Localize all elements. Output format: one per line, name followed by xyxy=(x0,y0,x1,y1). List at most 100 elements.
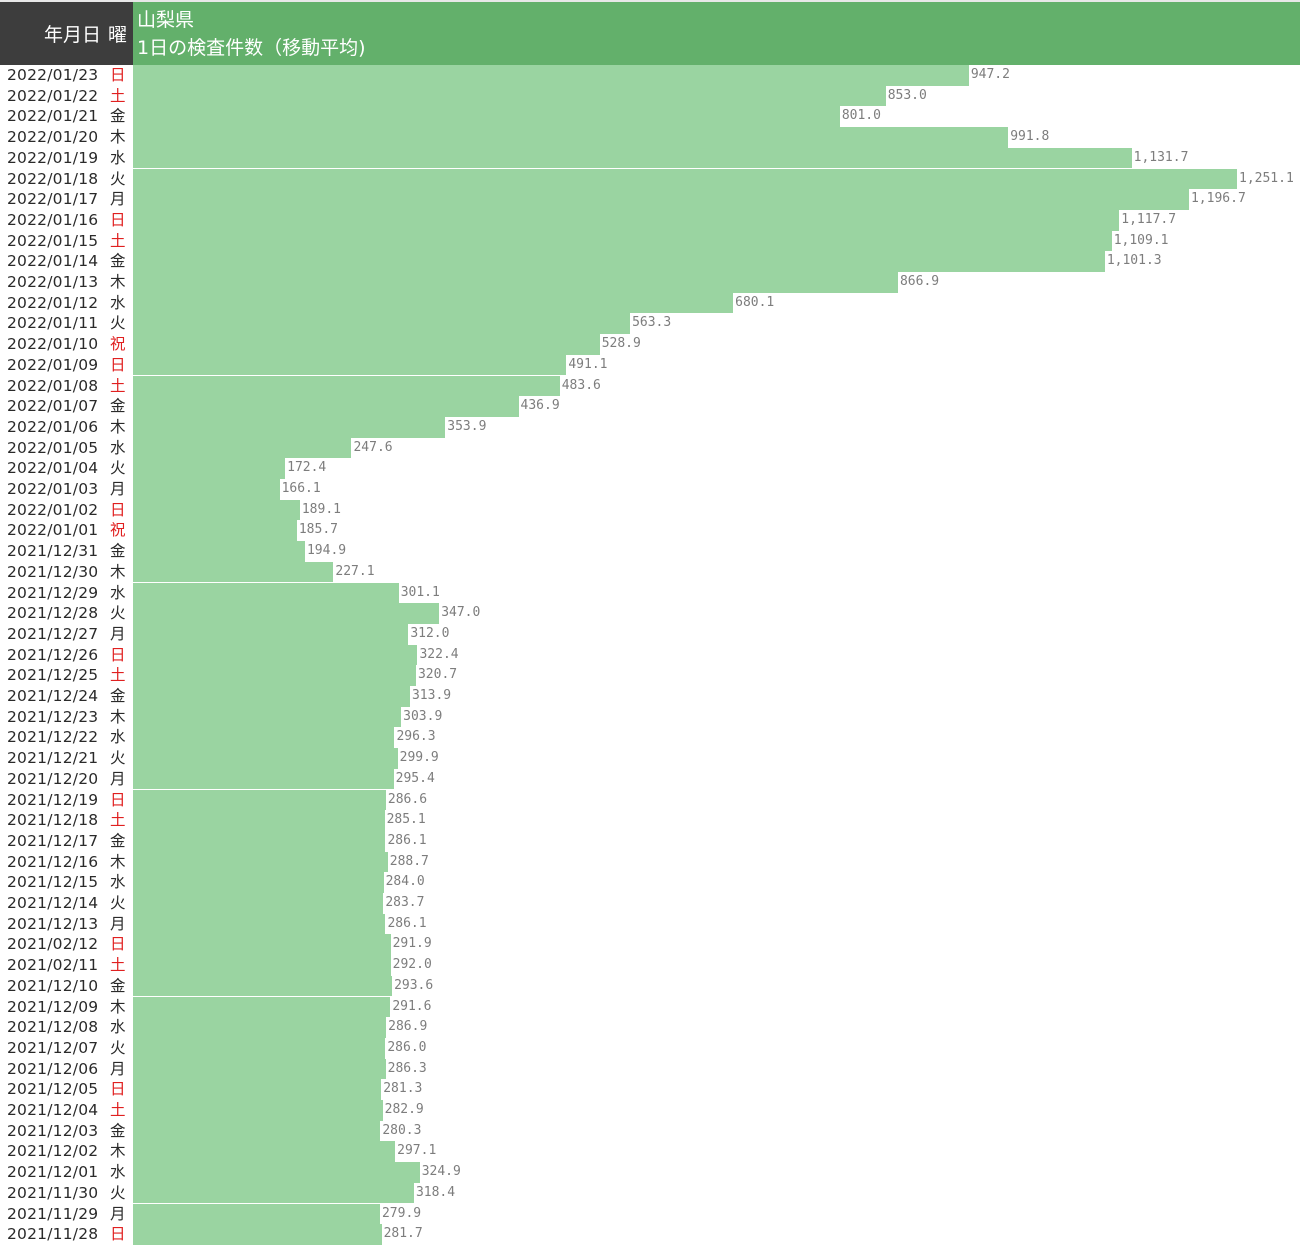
table-row: 2022/01/08 土 483.6 xyxy=(0,375,1300,397)
bar-value-label: 247.6 xyxy=(353,439,393,455)
table-row: 2022/01/05 水 247.6 xyxy=(0,437,1300,459)
table-row: 2021/12/20 月 295.4 xyxy=(0,768,1300,790)
bar xyxy=(133,520,297,542)
row-date: 2021/12/22 xyxy=(7,728,99,747)
row-weekday: 土 xyxy=(110,666,126,685)
table-row: 2022/01/01 祝 185.7 xyxy=(0,520,1300,542)
bar-value-label: 1,251.1 xyxy=(1239,170,1294,186)
table-row: 2022/01/18 火 1,251.1 xyxy=(0,168,1300,190)
table-row: 2021/12/02 木 297.1 xyxy=(0,1141,1300,1163)
bar-value-label: 288.7 xyxy=(389,853,429,869)
row-weekday: 土 xyxy=(110,376,126,395)
table-row: 2022/01/03 月 166.1 xyxy=(0,479,1300,500)
bar xyxy=(133,416,446,438)
row-date: 2021/12/21 xyxy=(7,749,99,768)
table-row: 2021/12/01 水 324.9 xyxy=(0,1162,1300,1183)
row-date: 2022/01/17 xyxy=(7,190,99,209)
row-date: 2022/01/13 xyxy=(7,273,99,291)
bar-value-label: 295.4 xyxy=(395,770,435,786)
row-weekday: 木 xyxy=(110,707,126,726)
bar xyxy=(133,1058,386,1080)
bar-value-label: 680.1 xyxy=(735,294,775,310)
bar-value-label: 1,131.7 xyxy=(1133,149,1189,165)
bar-value-label: 283.7 xyxy=(385,895,425,910)
bar-value-label: 291.6 xyxy=(392,998,432,1014)
row-date: 2021/12/26 xyxy=(7,645,99,664)
bar xyxy=(133,582,399,604)
bar-value-label: 296.3 xyxy=(396,729,436,745)
row-weekday: 土 xyxy=(110,956,126,975)
bar-value-label: 801.0 xyxy=(841,108,881,124)
bar xyxy=(133,1141,396,1163)
row-weekday: 月 xyxy=(110,1204,126,1223)
row-date: 2022/01/15 xyxy=(7,231,99,250)
bar-value-label: 286.1 xyxy=(387,915,427,931)
row-weekday: 火 xyxy=(110,1038,126,1057)
row-date: 2021/12/31 xyxy=(7,542,99,561)
row-date: 2021/02/12 xyxy=(7,935,99,954)
bar-value-label: 1,101.3 xyxy=(1106,253,1162,269)
bar xyxy=(133,768,394,790)
bar-value-label: 282.9 xyxy=(384,1102,424,1117)
table-row: 2021/12/16 木 288.7 xyxy=(0,851,1300,873)
row-date: 2021/12/28 xyxy=(7,604,99,623)
row-date: 2021/12/13 xyxy=(7,914,99,933)
bar xyxy=(133,230,1112,252)
row-weekday: 祝 xyxy=(110,335,126,354)
row-date: 2022/01/12 xyxy=(7,293,99,312)
row-date: 2021/12/01 xyxy=(7,1163,99,1182)
row-date: 2022/01/19 xyxy=(7,148,99,167)
table-row: 2021/12/10 金 293.6 xyxy=(0,975,1300,997)
bar-value-label: 324.9 xyxy=(421,1164,461,1180)
bar xyxy=(133,1203,380,1225)
bar xyxy=(133,851,388,873)
bar-value-label: 293.6 xyxy=(394,977,434,993)
bar-value-label: 563.3 xyxy=(632,315,672,331)
bar xyxy=(133,975,393,997)
row-date: 2021/12/25 xyxy=(7,666,99,685)
table-row: 2021/12/07 火 286.0 xyxy=(0,1037,1300,1059)
bar xyxy=(133,85,886,107)
row-date: 2021/12/15 xyxy=(7,873,99,892)
row-weekday: 金 xyxy=(110,976,126,995)
row-weekday: 木 xyxy=(110,997,126,1016)
table-row: 2021/02/11 土 292.0 xyxy=(0,955,1300,976)
table-row: 2022/01/13 木 866.9 xyxy=(0,272,1300,293)
bar-value-label: 312.0 xyxy=(410,625,450,641)
table-row: 2022/01/15 土 1,109.1 xyxy=(0,230,1300,252)
chart-title-metric: 1日の検査件数（移動平均) xyxy=(137,37,366,59)
row-weekday: 火 xyxy=(110,1183,126,1202)
table-row: 2022/01/23 日 947.2 xyxy=(0,65,1300,86)
table-row: 2021/12/15 水 284.0 xyxy=(0,872,1300,893)
row-date: 2022/01/05 xyxy=(7,438,99,457)
weekday-column-label: 曜 xyxy=(107,24,127,46)
table-row: 2022/01/14 金 1,101.3 xyxy=(0,251,1300,272)
table-row: 2021/12/13 月 286.1 xyxy=(0,913,1300,935)
row-weekday: 水 xyxy=(110,293,126,312)
bar-value-label: 947.2 xyxy=(970,67,1010,82)
bar xyxy=(133,1100,383,1121)
row-date: 2021/12/20 xyxy=(7,769,99,788)
table-row: 2022/01/17 月 1,196.7 xyxy=(0,189,1300,210)
row-date: 2022/01/20 xyxy=(7,128,99,147)
row-date: 2021/11/28 xyxy=(7,1225,99,1244)
table-row: 2021/12/08 水 286.9 xyxy=(0,1017,1300,1038)
row-weekday: 木 xyxy=(110,562,126,581)
table-row: 2021/12/05 日 281.3 xyxy=(0,1079,1300,1100)
table-row: 2021/12/29 水 301.1 xyxy=(0,582,1300,604)
table-row: 2022/01/11 火 563.3 xyxy=(0,313,1300,335)
bar xyxy=(133,272,898,293)
table-row: 2021/02/12 日 291.9 xyxy=(0,934,1300,956)
row-date: 2021/12/24 xyxy=(7,687,99,705)
bar xyxy=(133,644,418,666)
row-weekday: 木 xyxy=(110,417,126,436)
chart-header: 山梨県 1日の検査件数（移動平均) xyxy=(133,2,1300,65)
row-weekday: 日 xyxy=(110,500,126,519)
row-weekday: 日 xyxy=(110,935,126,954)
bar xyxy=(133,499,300,521)
row-date: 2022/01/18 xyxy=(7,169,99,188)
table-row: 2022/01/20 木 991.8 xyxy=(0,127,1300,148)
bar-value-label: 297.1 xyxy=(397,1143,437,1159)
row-date: 2021/12/16 xyxy=(7,852,99,871)
table-row: 2021/12/26 日 322.4 xyxy=(0,644,1300,666)
